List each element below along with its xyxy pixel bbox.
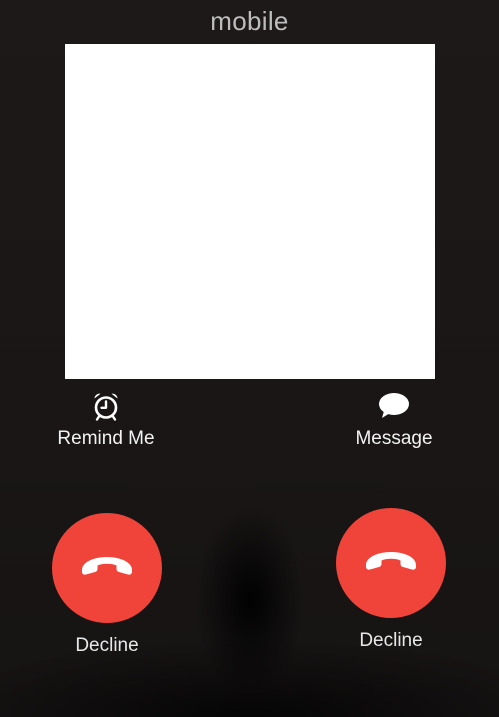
decline-label-left: Decline xyxy=(75,635,139,656)
remind-me-label: Remind Me xyxy=(57,428,155,449)
alarm-clock-icon xyxy=(88,388,124,424)
phone-hangup-icon xyxy=(362,548,420,579)
phone-hangup-icon xyxy=(78,553,136,584)
decline-label-right: Decline xyxy=(359,630,423,651)
message-button[interactable]: Message xyxy=(334,388,454,450)
caller-photo-placeholder xyxy=(65,44,435,379)
incoming-call-screen: mobile Remind Me Message Decline Decline xyxy=(0,0,499,717)
decline-button-right[interactable]: Decline xyxy=(336,508,446,652)
speech-bubble-icon xyxy=(376,388,412,424)
remind-me-button[interactable]: Remind Me xyxy=(46,388,166,450)
message-label: Message xyxy=(355,428,433,449)
decline-circle[interactable] xyxy=(52,513,162,623)
caller-label: mobile xyxy=(210,6,289,36)
decline-circle[interactable] xyxy=(336,508,446,618)
decline-button-left[interactable]: Decline xyxy=(52,513,162,657)
